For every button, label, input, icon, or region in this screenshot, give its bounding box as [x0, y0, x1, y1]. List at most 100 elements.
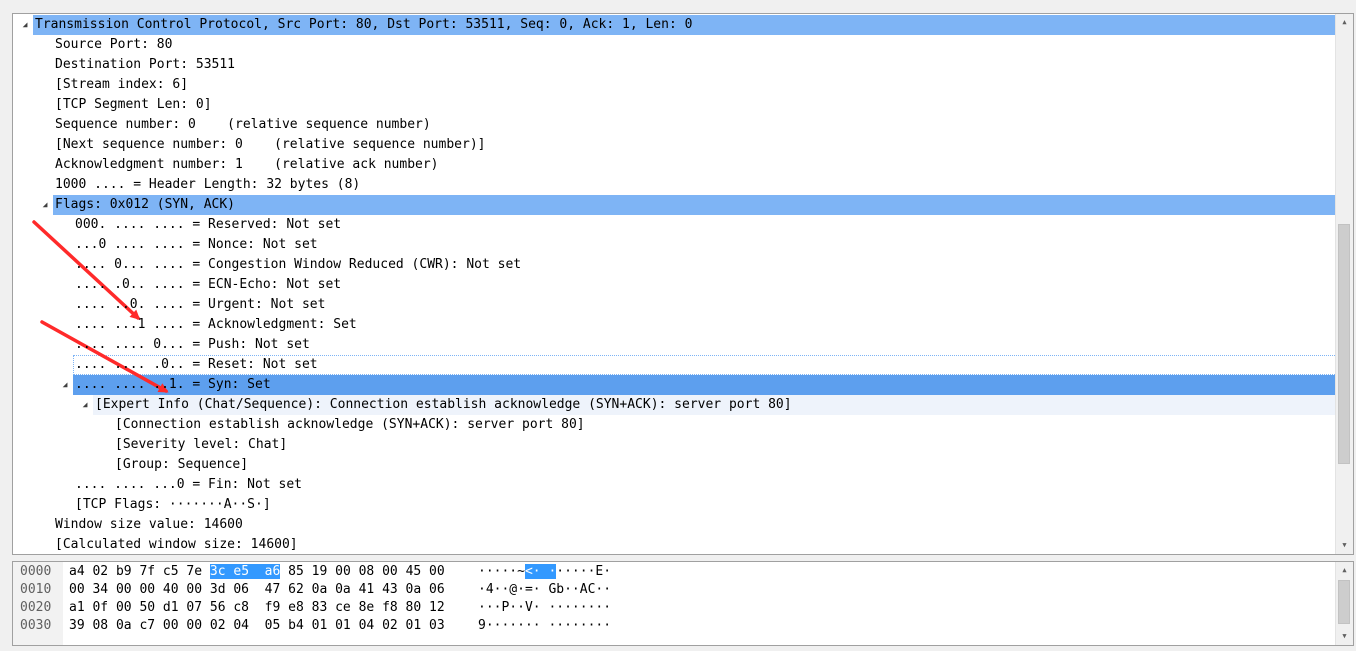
- packet-details-pane[interactable]: ◢ Transmission Control Protocol, Src Port…: [12, 13, 1354, 555]
- tree-row[interactable]: .... ...1 .... = Acknowledgment: Set: [13, 315, 1337, 335]
- tree-row-label: [Stream index: 6]: [55, 77, 189, 92]
- arrow-up-icon[interactable]: ▲: [1336, 562, 1353, 579]
- triangle-down-icon[interactable]: ◢: [39, 195, 51, 215]
- arrow-down-icon[interactable]: ▼: [1336, 537, 1353, 554]
- triangle-down-icon[interactable]: ◢: [79, 395, 91, 415]
- arrow-down-icon[interactable]: ▼: [1336, 628, 1353, 645]
- byte-offset: 0000: [20, 564, 52, 579]
- tree-row-label: Source Port: 80: [55, 37, 173, 52]
- tree-row-label: [TCP Segment Len: 0]: [55, 97, 212, 112]
- tree-row-label: Window size value: 14600: [55, 517, 243, 532]
- ascii-segment: 9······· ········: [478, 618, 612, 633]
- tree-row-label: ...0 .... .... = Nonce: Not set: [75, 237, 318, 252]
- tree-row[interactable]: 1000 .... = Header Length: 32 bytes (8): [13, 175, 1337, 195]
- tree-row[interactable]: Acknowledgment number: 1 (relative ack n…: [13, 155, 1337, 175]
- row-highlight: [113, 435, 1337, 455]
- triangle-down-icon[interactable]: ◢: [59, 375, 71, 395]
- tree-row[interactable]: [TCP Flags: ·······A··S·]: [13, 495, 1337, 515]
- ascii-segment: ···P··V· ········: [478, 600, 612, 615]
- tree-row-label: 000. .... .... = Reserved: Not set: [75, 217, 342, 232]
- tree-row-label: Transmission Control Protocol, Src Port:…: [35, 17, 693, 32]
- tree-row-label: Sequence number: 0 (relative sequence nu…: [55, 117, 431, 132]
- tree-row-label: [Severity level: Chat]: [115, 437, 288, 452]
- tree-row[interactable]: [TCP Segment Len: 0]: [13, 95, 1337, 115]
- tree-row-label: [TCP Flags: ·······A··S·]: [75, 497, 271, 512]
- tree-row[interactable]: 000. .... .... = Reserved: Not set: [13, 215, 1337, 235]
- packet-details-tree[interactable]: ◢ Transmission Control Protocol, Src Port…: [13, 15, 1337, 554]
- ascii-segment: ·····E·: [556, 564, 612, 579]
- tree-row[interactable]: Destination Port: 53511: [13, 55, 1337, 75]
- ascii-bytes[interactable]: ·4··@·=· Gb··AC··: [478, 581, 611, 599]
- bytes-row[interactable]: 0000 a4 02 b9 7f c5 7e 3c e5 a6 85 19 00 …: [13, 563, 1333, 581]
- byte-offset: 0010: [20, 582, 52, 597]
- hex-segment: 39 08 0a c7 00 00 02 04 05 b4 01 01 04 0…: [69, 618, 445, 633]
- tree-row[interactable]: ◢ [Expert Info (Chat/Sequence): Connectio…: [13, 395, 1337, 415]
- ascii-bytes[interactable]: ·····~<· ······E·: [478, 563, 611, 581]
- tree-row[interactable]: Source Port: 80: [13, 35, 1337, 55]
- arrow-up-icon[interactable]: ▲: [1336, 14, 1353, 31]
- tree-row-label: .... .... 0... = Push: Not set: [75, 337, 310, 352]
- row-highlight: [53, 75, 1337, 95]
- row-highlight: [53, 35, 1337, 55]
- details-scroll-thumb[interactable]: [1338, 224, 1350, 464]
- wireshark-window: ◢ Transmission Control Protocol, Src Port…: [0, 0, 1356, 651]
- tree-row[interactable]: [Severity level: Chat]: [13, 435, 1337, 455]
- row-highlight: [53, 515, 1337, 535]
- tree-row[interactable]: .... 0... .... = Congestion Window Reduc…: [13, 255, 1337, 275]
- tree-row[interactable]: .... .0.. .... = ECN-Echo: Not set: [13, 275, 1337, 295]
- ascii-selection: <· ·: [524, 564, 557, 579]
- tree-row[interactable]: [Stream index: 6]: [13, 75, 1337, 95]
- tree-row[interactable]: .... .... ...0 = Fin: Not set: [13, 475, 1337, 495]
- triangle-down-icon[interactable]: ◢: [19, 15, 31, 35]
- byte-offset: 0030: [20, 618, 52, 633]
- row-highlight: [53, 55, 1337, 75]
- bytes-vertical-scrollbar[interactable]: ▲ ▼: [1335, 562, 1353, 645]
- tree-row[interactable]: Window size value: 14600: [13, 515, 1337, 535]
- tree-row[interactable]: .... .... .0.. = Reset: Not set: [13, 355, 1337, 375]
- tree-row-label: .... ..0. .... = Urgent: Not set: [75, 297, 326, 312]
- hex-bytes[interactable]: a4 02 b9 7f c5 7e 3c e5 a6 85 19 00 08 0…: [69, 563, 445, 581]
- bytes-row[interactable]: 0020 a1 0f 00 50 d1 07 56 c8 f9 e8 83 ce …: [13, 599, 1333, 617]
- tree-row-label: [Next sequence number: 0 (relative seque…: [55, 137, 486, 152]
- tree-row-label: .... ...1 .... = Acknowledgment: Set: [75, 317, 357, 332]
- tree-row[interactable]: [Connection establish acknowledge (SYN+A…: [13, 415, 1337, 435]
- hex-segment: a1 0f 00 50 d1 07 56 c8 f9 e8 83 ce 8e f…: [69, 600, 445, 615]
- ascii-bytes[interactable]: 9······· ········: [478, 617, 611, 635]
- hex-segment: a4 02 b9 7f c5 7e: [69, 564, 210, 579]
- row-highlight: [113, 455, 1337, 475]
- tree-row[interactable]: [Next sequence number: 0 (relative seque…: [13, 135, 1337, 155]
- tree-row-label: .... .... ..1. = Syn: Set: [75, 377, 271, 392]
- bytes-scroll-thumb[interactable]: [1338, 580, 1350, 624]
- tree-row[interactable]: .... .... 0... = Push: Not set: [13, 335, 1337, 355]
- ascii-bytes[interactable]: ···P··V· ········: [478, 599, 611, 617]
- tree-row-label: [Group: Sequence]: [115, 457, 249, 472]
- ascii-segment: ·····~: [478, 564, 525, 579]
- hex-segment: 85 19 00 08 00 45 00: [280, 564, 445, 579]
- hex-bytes[interactable]: 00 34 00 00 40 00 3d 06 47 62 0a 0a 41 4…: [69, 581, 445, 599]
- tree-row[interactable]: [Calculated window size: 14600]: [13, 535, 1337, 554]
- tree-row[interactable]: ...0 .... .... = Nonce: Not set: [13, 235, 1337, 255]
- tree-row-label: .... .... .0.. = Reset: Not set: [75, 357, 318, 372]
- tree-row-label: Acknowledgment number: 1 (relative ack n…: [55, 157, 439, 172]
- tree-row[interactable]: ◢ Transmission Control Protocol, Src Port…: [13, 15, 1337, 35]
- bytes-row[interactable]: 0030 39 08 0a c7 00 00 02 04 05 b4 01 01 …: [13, 617, 1333, 635]
- hex-selection: 3c e5 a6: [209, 564, 281, 579]
- tree-row-label: 1000 .... = Header Length: 32 bytes (8): [55, 177, 361, 192]
- tree-row[interactable]: ◢ .... .... ..1. = Syn: Set: [13, 375, 1337, 395]
- tree-row-label: [Connection establish acknowledge (SYN+A…: [115, 417, 585, 432]
- packet-bytes-pane[interactable]: 0000 a4 02 b9 7f c5 7e 3c e5 a6 85 19 00 …: [12, 561, 1354, 646]
- bytes-row[interactable]: 0010 00 34 00 00 40 00 3d 06 47 62 0a 0a …: [13, 581, 1333, 599]
- details-vertical-scrollbar[interactable]: ▲ ▼: [1335, 14, 1353, 554]
- hex-bytes[interactable]: a1 0f 00 50 d1 07 56 c8 f9 e8 83 ce 8e f…: [69, 599, 445, 617]
- tree-row-label: .... 0... .... = Congestion Window Reduc…: [75, 257, 522, 272]
- tree-row-label: Flags: 0x012 (SYN, ACK): [55, 197, 236, 212]
- tree-row-label: [Expert Info (Chat/Sequence): Connection…: [95, 397, 792, 412]
- tree-row[interactable]: .... ..0. .... = Urgent: Not set: [13, 295, 1337, 315]
- tree-row[interactable]: Sequence number: 0 (relative sequence nu…: [13, 115, 1337, 135]
- ascii-segment: ·4··@·=· Gb··AC··: [478, 582, 612, 597]
- top-edge: [0, 0, 1356, 12]
- hex-bytes[interactable]: 39 08 0a c7 00 00 02 04 05 b4 01 01 04 0…: [69, 617, 445, 635]
- tree-row[interactable]: ◢ Flags: 0x012 (SYN, ACK): [13, 195, 1337, 215]
- tree-row-label: .... .... ...0 = Fin: Not set: [75, 477, 302, 492]
- tree-row[interactable]: [Group: Sequence]: [13, 455, 1337, 475]
